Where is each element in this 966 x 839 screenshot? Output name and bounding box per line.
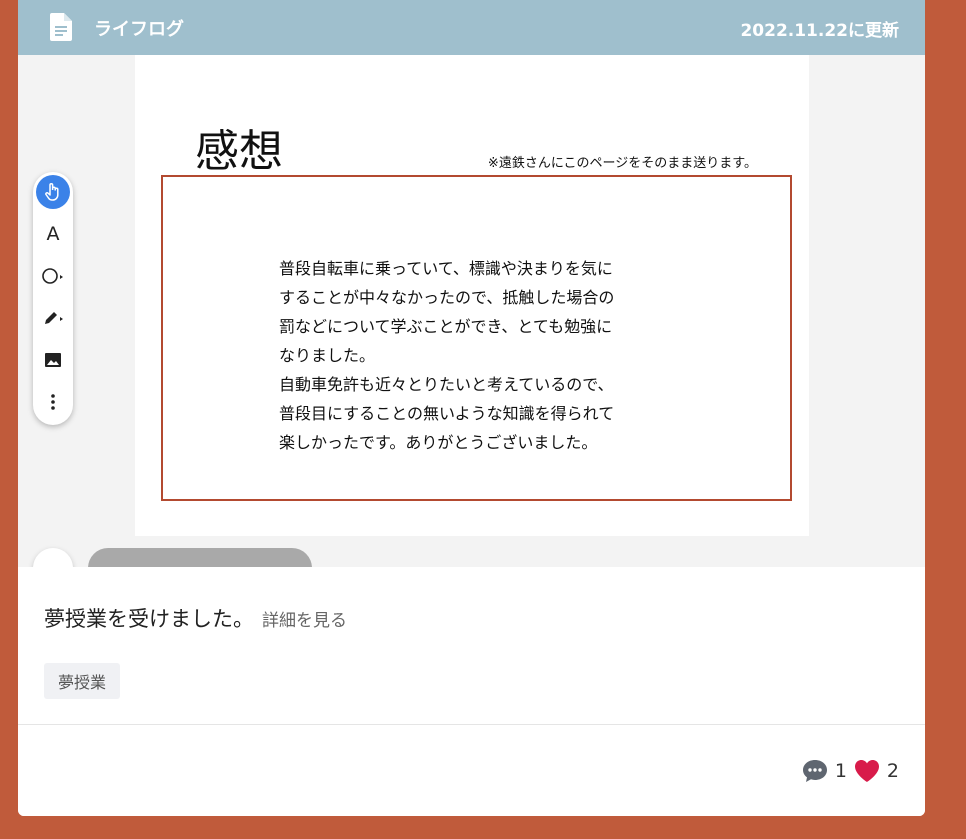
page-heading: 感想 <box>195 126 283 177</box>
card-header: ライフログ 2022.11.22に更新 <box>18 0 925 55</box>
more-tools-button[interactable] <box>36 385 70 419</box>
more-icon <box>51 394 55 410</box>
header-title: ライフログ <box>94 19 184 40</box>
divider <box>18 724 925 725</box>
page-navigation-bar[interactable] <box>88 548 312 567</box>
annotation-toolbar: A <box>33 172 73 425</box>
text-tool-button[interactable]: A <box>36 217 70 251</box>
heart-icon <box>854 760 879 782</box>
tag-chip[interactable]: 夢授業 <box>44 663 121 699</box>
detail-link[interactable]: 詳細を見る <box>262 611 347 631</box>
page-note: ※遠鉄さんにこのページをそのまま送ります。 <box>487 156 757 171</box>
image-tool-button[interactable] <box>36 343 70 377</box>
hand-tool-button[interactable] <box>36 175 70 209</box>
description-text: 夢授業を受けました。 <box>44 607 254 631</box>
comment-icon <box>802 760 827 782</box>
reaction-stats: 1 2 <box>801 757 899 785</box>
comment-button[interactable] <box>801 757 829 785</box>
impression-box: 普段自転車に乗っていて、標識や決まりを気に することが中々なかったので、抵触した… <box>161 175 792 501</box>
like-button[interactable] <box>853 758 881 784</box>
document-viewer[interactable]: 感想 ※遠鉄さんにこのページをそのまま送ります。 普段自転車に乗っていて、標識や… <box>18 55 925 567</box>
page-list-button[interactable] <box>33 548 73 567</box>
post-content: 夢授業を受けました。 詳細を見る 夢授業 1 2 <box>18 567 925 816</box>
post-description: 夢授業を受けました。 詳細を見る <box>44 603 347 633</box>
document-icon <box>50 13 72 41</box>
shape-tool-button[interactable] <box>36 259 70 293</box>
comment-count: 1 <box>834 760 847 782</box>
shape-icon <box>42 268 63 284</box>
pen-icon <box>45 312 63 324</box>
lifelog-card: ライフログ 2022.11.22に更新 感想 ※遠鉄さんにこのページをそのまま送… <box>18 0 925 816</box>
text-icon: A <box>46 223 60 245</box>
pen-tool-button[interactable] <box>36 301 70 335</box>
impression-text: 普段自転車に乗っていて、標識や決まりを気に することが中々なかったので、抵触した… <box>279 259 615 452</box>
document-page: 感想 ※遠鉄さんにこのページをそのまま送ります。 普段自転車に乗っていて、標識や… <box>135 55 809 536</box>
updated-date: 2022.11.22に更新 <box>740 21 899 41</box>
image-icon <box>45 353 61 367</box>
hand-icon <box>45 183 59 201</box>
like-count: 2 <box>886 760 899 782</box>
